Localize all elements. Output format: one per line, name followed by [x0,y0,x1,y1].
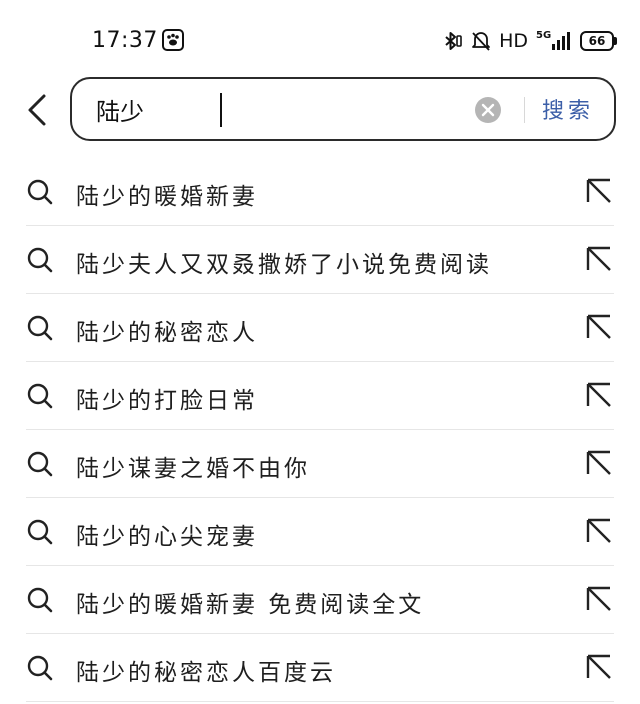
bell-muted-icon [472,32,490,51]
status-bar: 17:37 HD 5G 66 [0,0,640,80]
suggestion-text: 陆少的暖婚新妻 免费阅读全文 [76,592,425,618]
arrow-up-left-icon[interactable] [586,654,612,680]
search-icon [27,451,53,477]
arrow-up-left-icon[interactable] [586,450,612,476]
suggestion-text: 陆少夫人又双叒撒娇了小说免费阅读 [76,252,492,278]
arrow-up-left-icon[interactable] [586,314,612,340]
row-divider [26,701,614,702]
back-button[interactable] [22,90,56,130]
suggestion-item[interactable]: 陆少的暖婚新妻 免费阅读全文 [0,566,640,634]
suggestion-text: 陆少的暖婚新妻 [76,184,258,210]
chevron-left-icon [28,94,46,126]
search-icon [27,587,53,613]
search-icon [27,519,53,545]
suggestion-list: 陆少的暖婚新妻 陆少夫人又双叒撒娇了小说免费阅读 陆少的秘密恋人 陆少的打脸日常… [0,158,640,702]
paw-app-icon [162,29,184,51]
suggestion-item[interactable]: 陆少的心尖宠妻 [0,498,640,566]
search-button[interactable]: 搜索 [542,93,594,125]
arrow-up-left-icon[interactable] [586,178,612,204]
suggestion-item[interactable]: 陆少的秘密恋人 [0,294,640,362]
clear-button[interactable] [474,96,502,124]
suggestion-item[interactable]: 陆少的秘密恋人百度云 [0,634,640,702]
signal-strength: 5G [536,30,572,52]
suggestion-text: 陆少的打脸日常 [76,388,258,414]
search-icon [27,655,53,681]
signal-bars-icon [552,32,570,50]
search-icon [27,383,53,409]
bluetooth-icon [445,32,462,50]
text-caret [220,93,222,127]
suggestion-item[interactable]: 陆少夫人又双叒撒娇了小说免费阅读 [0,226,640,294]
suggestion-text: 陆少的心尖宠妻 [76,524,258,550]
suggestion-item[interactable]: 陆少谋妻之婚不由你 [0,430,640,498]
search-icon [27,179,53,205]
status-icons: HD 5G 66 [441,30,617,52]
suggestion-item[interactable]: 陆少的暖婚新妻 [0,158,640,226]
battery-indicator: 66 [580,31,617,51]
suggestion-text: 陆少的秘密恋人 [76,320,258,346]
arrow-up-left-icon[interactable] [586,586,612,612]
search-icon [27,247,53,273]
search-divider [524,97,525,123]
search-input[interactable] [96,91,456,127]
arrow-up-left-icon[interactable] [586,246,612,272]
search-icon [27,315,53,341]
status-time: 17:37 [92,28,158,53]
arrow-up-left-icon[interactable] [586,382,612,408]
suggestion-text: 陆少的秘密恋人百度云 [76,660,336,686]
suggestion-text: 陆少谋妻之婚不由你 [76,456,310,482]
search-box[interactable]: 搜索 [70,77,616,141]
arrow-up-left-icon[interactable] [586,518,612,544]
suggestion-item[interactable]: 陆少的打脸日常 [0,362,640,430]
clear-circle-x-icon [475,97,501,123]
network-type-label: HD [499,30,528,52]
